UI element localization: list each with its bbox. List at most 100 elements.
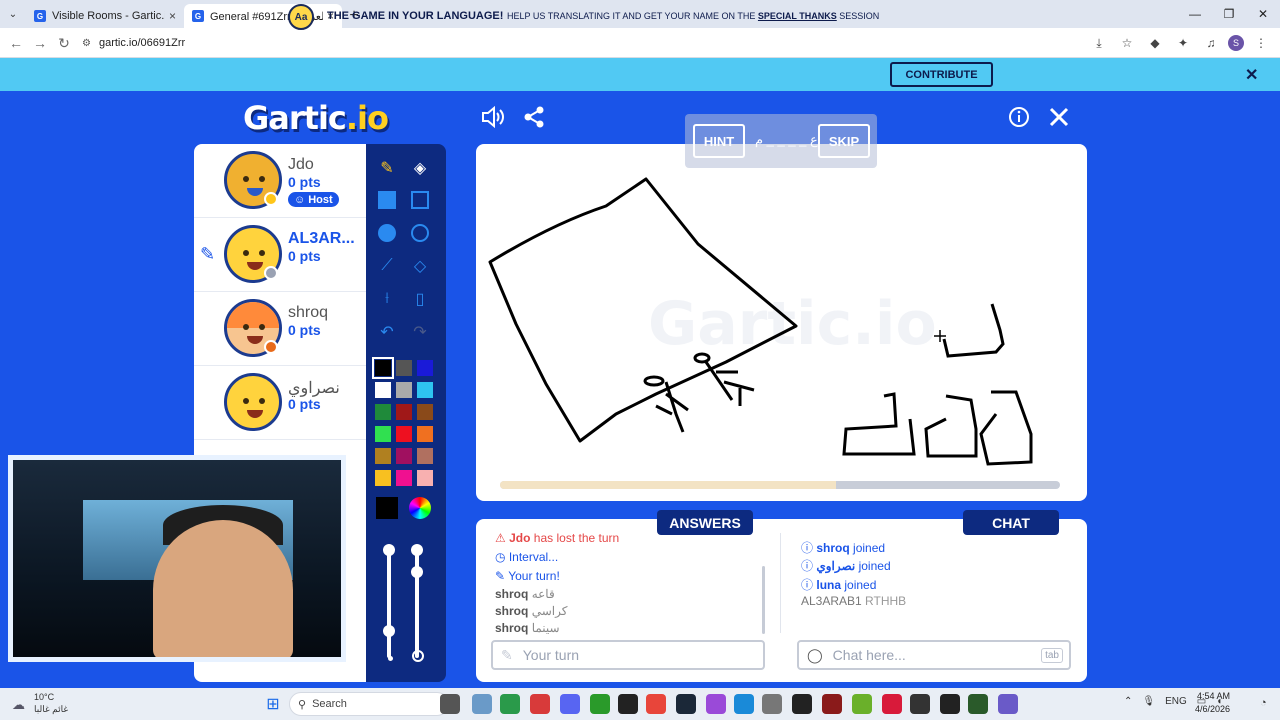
brush-size-knob-bottom[interactable] xyxy=(383,625,395,637)
discord-icon[interactable] xyxy=(560,694,580,714)
color-swatch[interactable] xyxy=(417,382,433,398)
extensions-puzzle-icon[interactable]: ✦ xyxy=(1172,31,1194,55)
chrome-icon[interactable] xyxy=(646,694,666,714)
opacity-knob-2[interactable] xyxy=(411,566,423,578)
contribute-button[interactable]: CONTRIBUTE xyxy=(890,62,993,87)
redo-icon[interactable]: ↷ xyxy=(408,320,432,344)
current-color-swatch[interactable] xyxy=(375,496,399,520)
clear-page-icon[interactable]: ▯ xyxy=(408,287,432,311)
color-swatch[interactable] xyxy=(375,448,391,464)
fill-bucket-icon[interactable]: ◈ xyxy=(408,156,432,180)
skip-button[interactable]: SKIP xyxy=(818,124,870,158)
app-icon-red[interactable] xyxy=(530,694,550,714)
site-info-icon[interactable]: ⚙ xyxy=(82,38,91,49)
close-window-icon[interactable]: ✕ xyxy=(1246,0,1280,28)
chat-input[interactable] xyxy=(832,647,1069,663)
eyedropper-icon[interactable]: ⟊ xyxy=(375,287,399,311)
app-icon-green[interactable] xyxy=(500,694,520,714)
chat-input-box[interactable]: ◯ tab xyxy=(797,640,1071,670)
player-row[interactable]: نصراوي 0 pts xyxy=(194,366,366,440)
url-field[interactable]: ⚙ gartic.io/06691Zrr xyxy=(82,32,1258,54)
player-row[interactable]: shroq 0 pts xyxy=(194,292,366,366)
nvidia-icon[interactable] xyxy=(852,694,872,714)
color-swatch[interactable] xyxy=(417,470,433,486)
app-icon-circle[interactable] xyxy=(910,694,930,714)
color-swatch[interactable] xyxy=(396,404,412,420)
filled-circle-icon[interactable] xyxy=(375,221,399,245)
circle-outline-icon[interactable] xyxy=(408,221,432,245)
answer-input[interactable] xyxy=(522,647,763,663)
minimize-icon[interactable]: — xyxy=(1178,0,1212,28)
tab-search-button[interactable]: ⌄ xyxy=(0,0,26,28)
opacity-slider[interactable] xyxy=(415,548,419,658)
mic-icon[interactable]: 🎙 xyxy=(1142,696,1155,707)
answer-input-box[interactable]: ✎ xyxy=(491,640,765,670)
player-row[interactable]: ✎ AL3AR... 0 pts xyxy=(194,218,366,292)
hint-button[interactable]: HINT xyxy=(693,124,745,158)
app-icon-g[interactable] xyxy=(940,694,960,714)
color-swatch[interactable] xyxy=(396,448,412,464)
answers-scrollbar[interactable] xyxy=(762,566,765,634)
brush-size-knob[interactable] xyxy=(383,544,395,556)
color-swatch[interactable] xyxy=(396,426,412,442)
extension-icon[interactable]: ◆ xyxy=(1144,31,1166,55)
color-swatch[interactable] xyxy=(375,426,391,442)
color-swatch[interactable] xyxy=(375,404,391,420)
chevron-up-icon[interactable]: ⌃ xyxy=(1124,696,1132,707)
color-swatch[interactable] xyxy=(375,470,391,486)
brush-size-slider[interactable] xyxy=(387,548,391,658)
clock[interactable]: 4:54 AM 4/6/2026 xyxy=(1195,690,1230,716)
opacity-knob[interactable] xyxy=(411,544,423,556)
color-swatch[interactable] xyxy=(396,470,412,486)
filled-rect-icon[interactable] xyxy=(375,188,399,212)
color-swatch[interactable] xyxy=(372,357,394,379)
app-icon-gray[interactable] xyxy=(762,694,782,714)
bookmark-star-icon[interactable]: ☆ xyxy=(1116,31,1138,55)
close-tab-icon[interactable]: × xyxy=(169,9,176,23)
app-icon-purple[interactable] xyxy=(706,694,726,714)
exit-room-icon[interactable] xyxy=(1046,104,1072,130)
sound-icon[interactable] xyxy=(480,104,506,130)
reload-icon[interactable]: ↻ xyxy=(52,31,76,55)
undo-icon[interactable]: ↶ xyxy=(375,320,399,344)
browser-menu-icon[interactable]: ⋮ xyxy=(1250,31,1272,55)
line-tool-icon[interactable]: ⟋ xyxy=(375,254,399,278)
steam-icon[interactable] xyxy=(676,694,696,714)
color-swatch[interactable] xyxy=(396,360,412,376)
eraser-icon[interactable]: ◇ xyxy=(408,254,432,278)
app-icon-green-dark[interactable] xyxy=(968,694,988,714)
color-swatch[interactable] xyxy=(375,382,391,398)
app-icon-darkred[interactable] xyxy=(822,694,842,714)
color-swatch[interactable] xyxy=(417,360,433,376)
special-thanks-link[interactable]: SPECIAL THANKS xyxy=(758,11,837,21)
start-icon[interactable]: ⊞ xyxy=(263,694,283,714)
profile-avatar[interactable]: S xyxy=(1228,35,1244,51)
app-icon-crimson[interactable] xyxy=(882,694,902,714)
player-row[interactable]: Jdo 0 pts ☺ Host xyxy=(194,144,366,218)
drawing-canvas[interactable]: Gartic.io xyxy=(476,144,1087,501)
media-icon[interactable]: ♫ xyxy=(1200,31,1222,55)
notifications-icon[interactable]: ◔ xyxy=(1260,697,1267,709)
app-icon-black[interactable] xyxy=(792,694,812,714)
forward-icon[interactable]: → xyxy=(28,31,52,55)
language-indicator[interactable]: ENG xyxy=(1165,696,1187,707)
file-explorer-icon[interactable] xyxy=(472,694,492,714)
color-swatch[interactable] xyxy=(417,448,433,464)
app-icon-fingerprint[interactable] xyxy=(998,694,1018,714)
color-swatch[interactable] xyxy=(417,426,433,442)
pencil-tool-icon[interactable]: ✎ xyxy=(375,156,399,180)
info-icon[interactable] xyxy=(1006,104,1032,130)
restore-icon[interactable]: ❐ xyxy=(1212,0,1246,28)
taskbar-search[interactable]: ⚲ Search xyxy=(289,692,449,716)
color-swatch[interactable] xyxy=(396,382,412,398)
edge-icon[interactable] xyxy=(734,694,754,714)
browser-tab-visible-rooms[interactable]: G Visible Rooms - Gartic.io × xyxy=(26,4,184,28)
back-icon[interactable]: ← xyxy=(4,31,28,55)
install-app-icon[interactable]: ⤓ xyxy=(1088,31,1110,55)
rect-outline-icon[interactable] xyxy=(408,188,432,212)
share-icon[interactable] xyxy=(521,104,547,130)
color-swatch[interactable] xyxy=(417,404,433,420)
app-icon-dark[interactable] xyxy=(618,694,638,714)
color-picker-icon[interactable] xyxy=(408,496,432,520)
task-view-icon[interactable] xyxy=(440,694,460,714)
